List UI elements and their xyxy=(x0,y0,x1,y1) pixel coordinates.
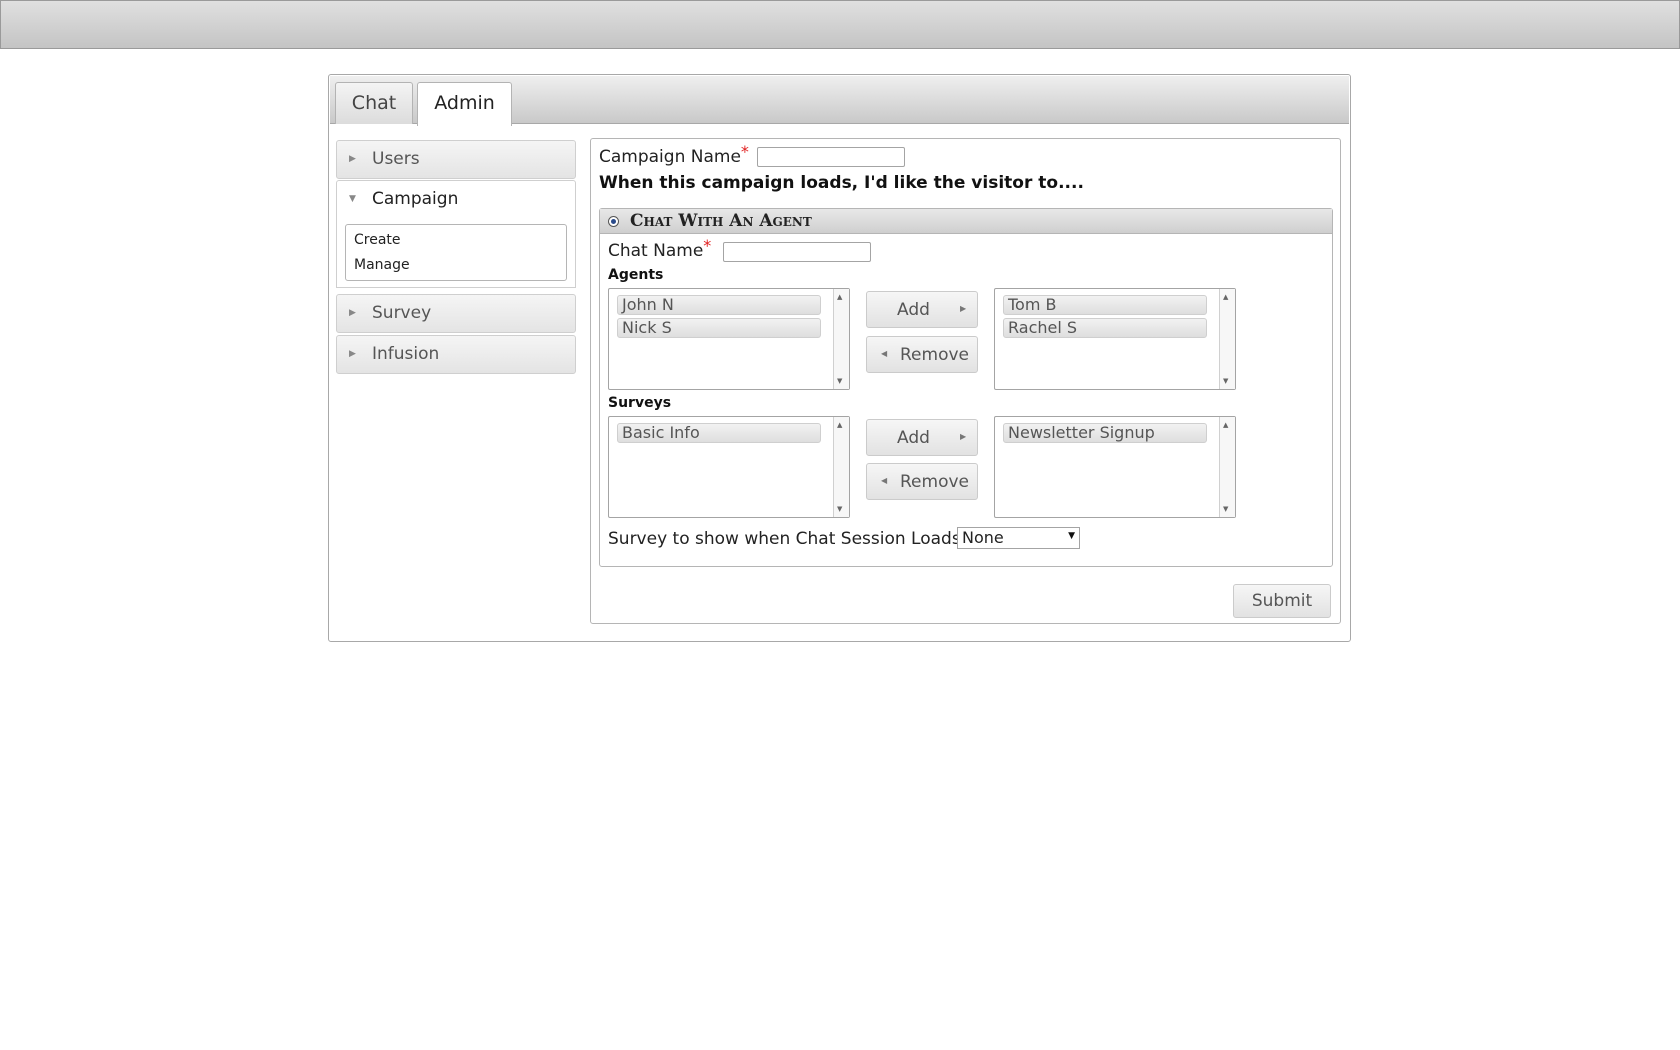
radio-selected-icon[interactable] xyxy=(608,216,619,227)
list-item[interactable]: Basic Info xyxy=(617,423,821,443)
top-bar xyxy=(0,0,1680,49)
submit-button[interactable]: Submit xyxy=(1233,584,1331,618)
arrow-right-icon: ▶ xyxy=(960,304,967,313)
submenu-item-create[interactable]: Create xyxy=(354,232,401,248)
triangle-right-icon: ▶ xyxy=(349,308,356,318)
scrollbar[interactable]: ▲ ▼ xyxy=(1219,289,1235,389)
triangle-right-icon: ▶ xyxy=(349,349,356,359)
scroll-down-icon[interactable]: ▼ xyxy=(837,377,842,385)
app-window: Chat Admin ▶ Users ▼ Campaign Create Man… xyxy=(328,74,1351,642)
scroll-up-icon[interactable]: ▲ xyxy=(837,421,842,429)
scroll-up-icon[interactable]: ▲ xyxy=(837,293,842,301)
campaign-form: Campaign Name* When this campaign loads,… xyxy=(590,138,1341,624)
scroll-down-icon[interactable]: ▼ xyxy=(837,505,842,513)
arrow-left-icon: ◀ xyxy=(881,476,888,485)
agents-label: Agents xyxy=(608,267,664,283)
scrollbar[interactable]: ▲ ▼ xyxy=(833,289,849,389)
section-title: Chat With An Agent xyxy=(630,211,812,231)
sidebar-item-survey[interactable]: ▶ Survey xyxy=(336,294,576,333)
arrow-left-icon: ◀ xyxy=(881,349,888,358)
submenu-item-manage[interactable]: Manage xyxy=(354,257,410,273)
surveys-available-list[interactable]: Basic Info ▲ ▼ xyxy=(608,416,850,518)
list-item[interactable]: Tom B xyxy=(1003,295,1207,315)
campaign-name-input[interactable] xyxy=(757,147,905,167)
agents-available-list[interactable]: John N Nick S ▲ ▼ xyxy=(608,288,850,390)
triangle-right-icon: ▶ xyxy=(349,154,356,164)
agents-selected-list[interactable]: Tom B Rachel S ▲ ▼ xyxy=(994,288,1236,390)
chat-name-label: Chat Name* xyxy=(608,236,712,261)
sidebar-item-campaign[interactable]: ▼ Campaign xyxy=(336,180,576,219)
chat-name-input[interactable] xyxy=(723,242,871,262)
arrow-right-icon: ▶ xyxy=(960,432,967,441)
surveys-label: Surveys xyxy=(608,395,672,411)
triangle-down-icon: ▼ xyxy=(349,194,356,204)
list-item[interactable]: John N xyxy=(617,295,821,315)
remove-agent-button[interactable]: ◀ Remove xyxy=(866,336,978,373)
tab-bar: Chat Admin xyxy=(330,76,1349,126)
campaign-submenu: Create Manage xyxy=(345,224,567,281)
tab-chat[interactable]: Chat xyxy=(335,82,413,124)
survey-show-label: Survey to show when Chat Session Loads xyxy=(608,529,961,549)
remove-survey-button[interactable]: ◀ Remove xyxy=(866,463,978,500)
scroll-up-icon[interactable]: ▲ xyxy=(1223,421,1228,429)
scroll-up-icon[interactable]: ▲ xyxy=(1223,293,1228,301)
required-mark: * xyxy=(740,142,749,161)
intro-text: When this campaign loads, I'd like the v… xyxy=(599,173,1084,193)
chevron-down-icon: ▼ xyxy=(1068,531,1075,541)
campaign-panel: Create Manage xyxy=(336,216,576,288)
section-header[interactable]: Chat With An Agent xyxy=(600,209,1332,234)
scroll-down-icon[interactable]: ▼ xyxy=(1223,377,1228,385)
add-agent-button[interactable]: Add ▶ xyxy=(866,291,978,328)
scrollbar[interactable]: ▲ ▼ xyxy=(833,417,849,517)
list-item[interactable]: Newsletter Signup xyxy=(1003,423,1207,443)
survey-show-select[interactable]: None ▼ xyxy=(957,527,1080,549)
required-mark: * xyxy=(703,236,712,255)
surveys-selected-list[interactable]: Newsletter Signup ▲ ▼ xyxy=(994,416,1236,518)
sidebar-item-infusion[interactable]: ▶ Infusion xyxy=(336,335,576,374)
add-survey-button[interactable]: Add ▶ xyxy=(866,419,978,456)
scrollbar[interactable]: ▲ ▼ xyxy=(1219,417,1235,517)
tab-admin[interactable]: Admin xyxy=(417,82,512,126)
list-item[interactable]: Rachel S xyxy=(1003,318,1207,338)
sidebar-item-users[interactable]: ▶ Users xyxy=(336,140,576,179)
chat-with-agent-section: Chat With An Agent Chat Name* Agents Joh… xyxy=(599,208,1333,567)
scroll-down-icon[interactable]: ▼ xyxy=(1223,505,1228,513)
list-item[interactable]: Nick S xyxy=(617,318,821,338)
campaign-name-label: Campaign Name* xyxy=(599,142,749,167)
